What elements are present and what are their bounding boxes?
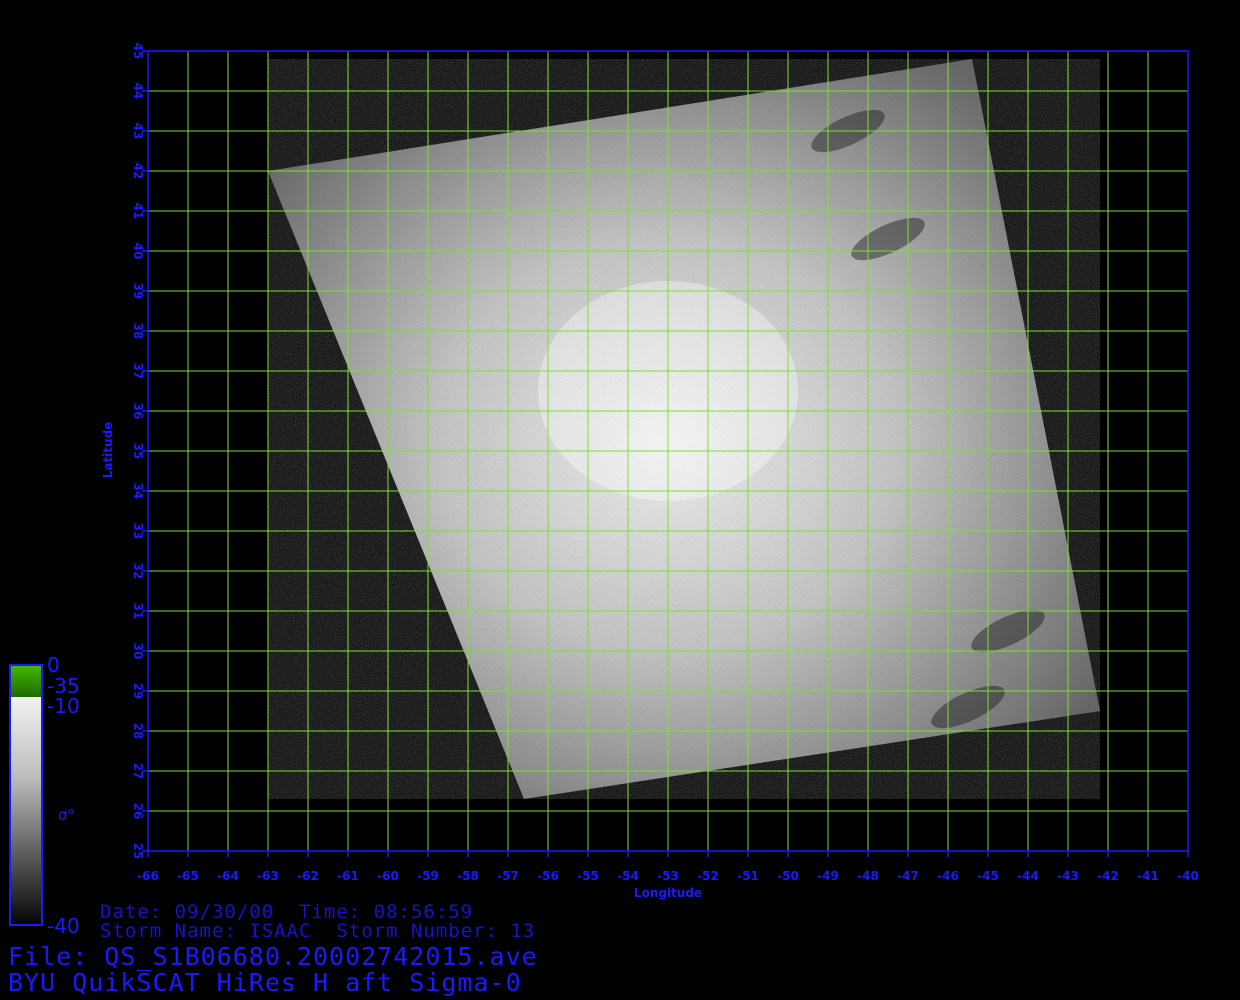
sigma0-swath-image (268, 59, 1100, 799)
y-tick-label: 31 (131, 603, 145, 620)
x-tick-label: -66 (137, 869, 159, 883)
x-tick-label: -43 (1057, 869, 1079, 883)
y-tick-label: 39 (131, 283, 145, 300)
y-tick-label: 36 (131, 403, 145, 420)
y-tick-label: 29 (131, 683, 145, 700)
x-tick-label: -51 (737, 869, 759, 883)
x-tick-label: -55 (577, 869, 599, 883)
x-tick-label: -57 (497, 869, 519, 883)
y-tick-label: 41 (131, 203, 145, 220)
x-tick-label: -64 (217, 869, 239, 883)
map-plot: -66 -65 -64 -63 -62 -61 -60 -59 -58 -57 -56 -55 -54 -… (9, 43, 1199, 926)
y-tick-label: 45 (131, 43, 145, 60)
colorbar-tick-3: -40 (47, 914, 80, 938)
x-tick-label: -49 (817, 869, 839, 883)
y-tick-labels: 25 26 27 28 29 30 31 32 33 34 35 36 37 38 39 40 41 42 43 44… (131, 43, 148, 860)
y-tick-label: 35 (131, 443, 145, 460)
x-tick-label: -45 (977, 869, 999, 883)
y-tick-label: 43 (131, 123, 145, 140)
x-tick-label: -52 (697, 869, 719, 883)
x-tick-label: -61 (337, 869, 359, 883)
x-tick-label: -62 (297, 869, 319, 883)
y-tick-label: 33 (131, 523, 145, 540)
file-name-line: File: QS_S1B06680.20002742015.ave (8, 942, 538, 971)
x-tick-label: -44 (1017, 869, 1039, 883)
lat-lon-grid (147, 50, 1189, 852)
x-tick-label: -41 (1137, 869, 1159, 883)
product-title-line: BYU QuikSCAT HiRes H aft Sigma-0 (8, 968, 522, 997)
x-tick-label: -47 (897, 869, 919, 883)
x-tick-label: -56 (537, 869, 559, 883)
x-tick-label: -50 (777, 869, 799, 883)
x-tick-label: -63 (257, 869, 279, 883)
x-tick-label: -42 (1097, 869, 1119, 883)
date-time-line: Date: 09/30/00 Time: 08:56:59 (100, 901, 474, 923)
y-tick-label: 32 (131, 563, 145, 580)
x-tick-label: -59 (417, 869, 439, 883)
colorbar (9, 664, 43, 926)
x-tick-label: -54 (617, 869, 639, 883)
x-axis-label: Longitude (634, 886, 702, 900)
y-axis-label: Latitude (101, 422, 115, 479)
x-tick-label: -58 (457, 869, 479, 883)
y-tick-label: 28 (131, 723, 145, 740)
x-tick-label: -53 (657, 869, 679, 883)
x-tick-label: -46 (937, 869, 959, 883)
x-tick-label: -48 (857, 869, 879, 883)
x-tick-labels: -66 -65 -64 -63 -62 -61 -60 -59 -58 -57 -56 -55 -54 -… (137, 851, 1199, 883)
x-tick-label: -65 (177, 869, 199, 883)
y-tick-label: 37 (131, 363, 145, 380)
y-tick-label: 27 (131, 763, 145, 780)
colorbar-tick-1: -35 (47, 674, 80, 698)
y-tick-label: 26 (131, 803, 145, 820)
y-tick-label: 30 (131, 643, 145, 660)
y-tick-label: 25 (131, 843, 145, 860)
storm-info-line: Storm Name: ISAAC Storm Number: 13 (100, 920, 536, 942)
y-tick-label: 40 (131, 243, 145, 260)
x-tick-label: -60 (377, 869, 399, 883)
colorbar-tick-2: -10 (47, 694, 80, 718)
colorbar-tick-0: 0 (47, 653, 60, 677)
y-tick-label: 34 (131, 483, 145, 500)
x-tick-label: -40 (1177, 869, 1199, 883)
y-tick-label: 42 (131, 163, 145, 180)
colorbar-symbol: σ° (58, 806, 76, 824)
y-tick-label: 44 (131, 83, 145, 100)
y-tick-label: 38 (131, 323, 145, 340)
